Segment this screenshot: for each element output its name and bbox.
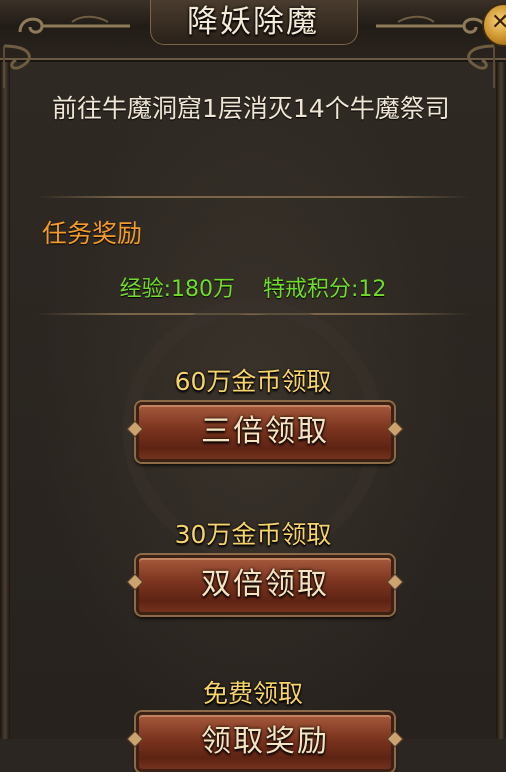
frame-left-border — [0, 58, 10, 739]
double-claim-button[interactable]: 双倍领取 — [136, 555, 394, 615]
reward-heading: 任务奖励 — [42, 219, 143, 248]
reward-points: 特戒积分:12 — [262, 277, 387, 302]
task-description: 前往牛魔洞窟1层消灭14个牛魔祭司 — [52, 94, 450, 123]
divider-top — [36, 196, 470, 198]
corner-ornament-right-icon — [467, 44, 495, 88]
title-bar: 降妖除魔 ✕ — [0, 0, 506, 60]
reward-exp: 经验:180万 — [119, 277, 235, 302]
reward-values: 经验:180万 特戒积分:12 — [0, 271, 506, 303]
scroll-ornament-right-icon — [376, 15, 488, 34]
double-claim-button-label: 双倍领取 — [201, 567, 329, 602]
option-label-double: 30万金币领取 — [174, 520, 332, 549]
corner-ornament-left-icon — [3, 44, 31, 88]
triple-claim-button-label: 三倍领取 — [201, 414, 329, 449]
close-icon: ✕ — [491, 10, 506, 35]
frame-right-border — [496, 58, 506, 739]
quest-panel: 降妖除魔 ✕ 前往牛魔洞窟1层消灭14个牛魔祭司 任务奖励 经验:180万 特戒积… — [0, 0, 506, 772]
option-label-triple: 60万金币领取 — [174, 367, 332, 396]
window-title: 降妖除魔 — [187, 4, 319, 40]
scroll-ornament-left-icon — [18, 15, 130, 34]
free-claim-button[interactable]: 领取奖励 — [136, 712, 394, 772]
triple-claim-button[interactable]: 三倍领取 — [136, 402, 394, 462]
free-claim-button-label: 领取奖励 — [201, 724, 329, 759]
option-label-free: 免费领取 — [202, 679, 303, 708]
